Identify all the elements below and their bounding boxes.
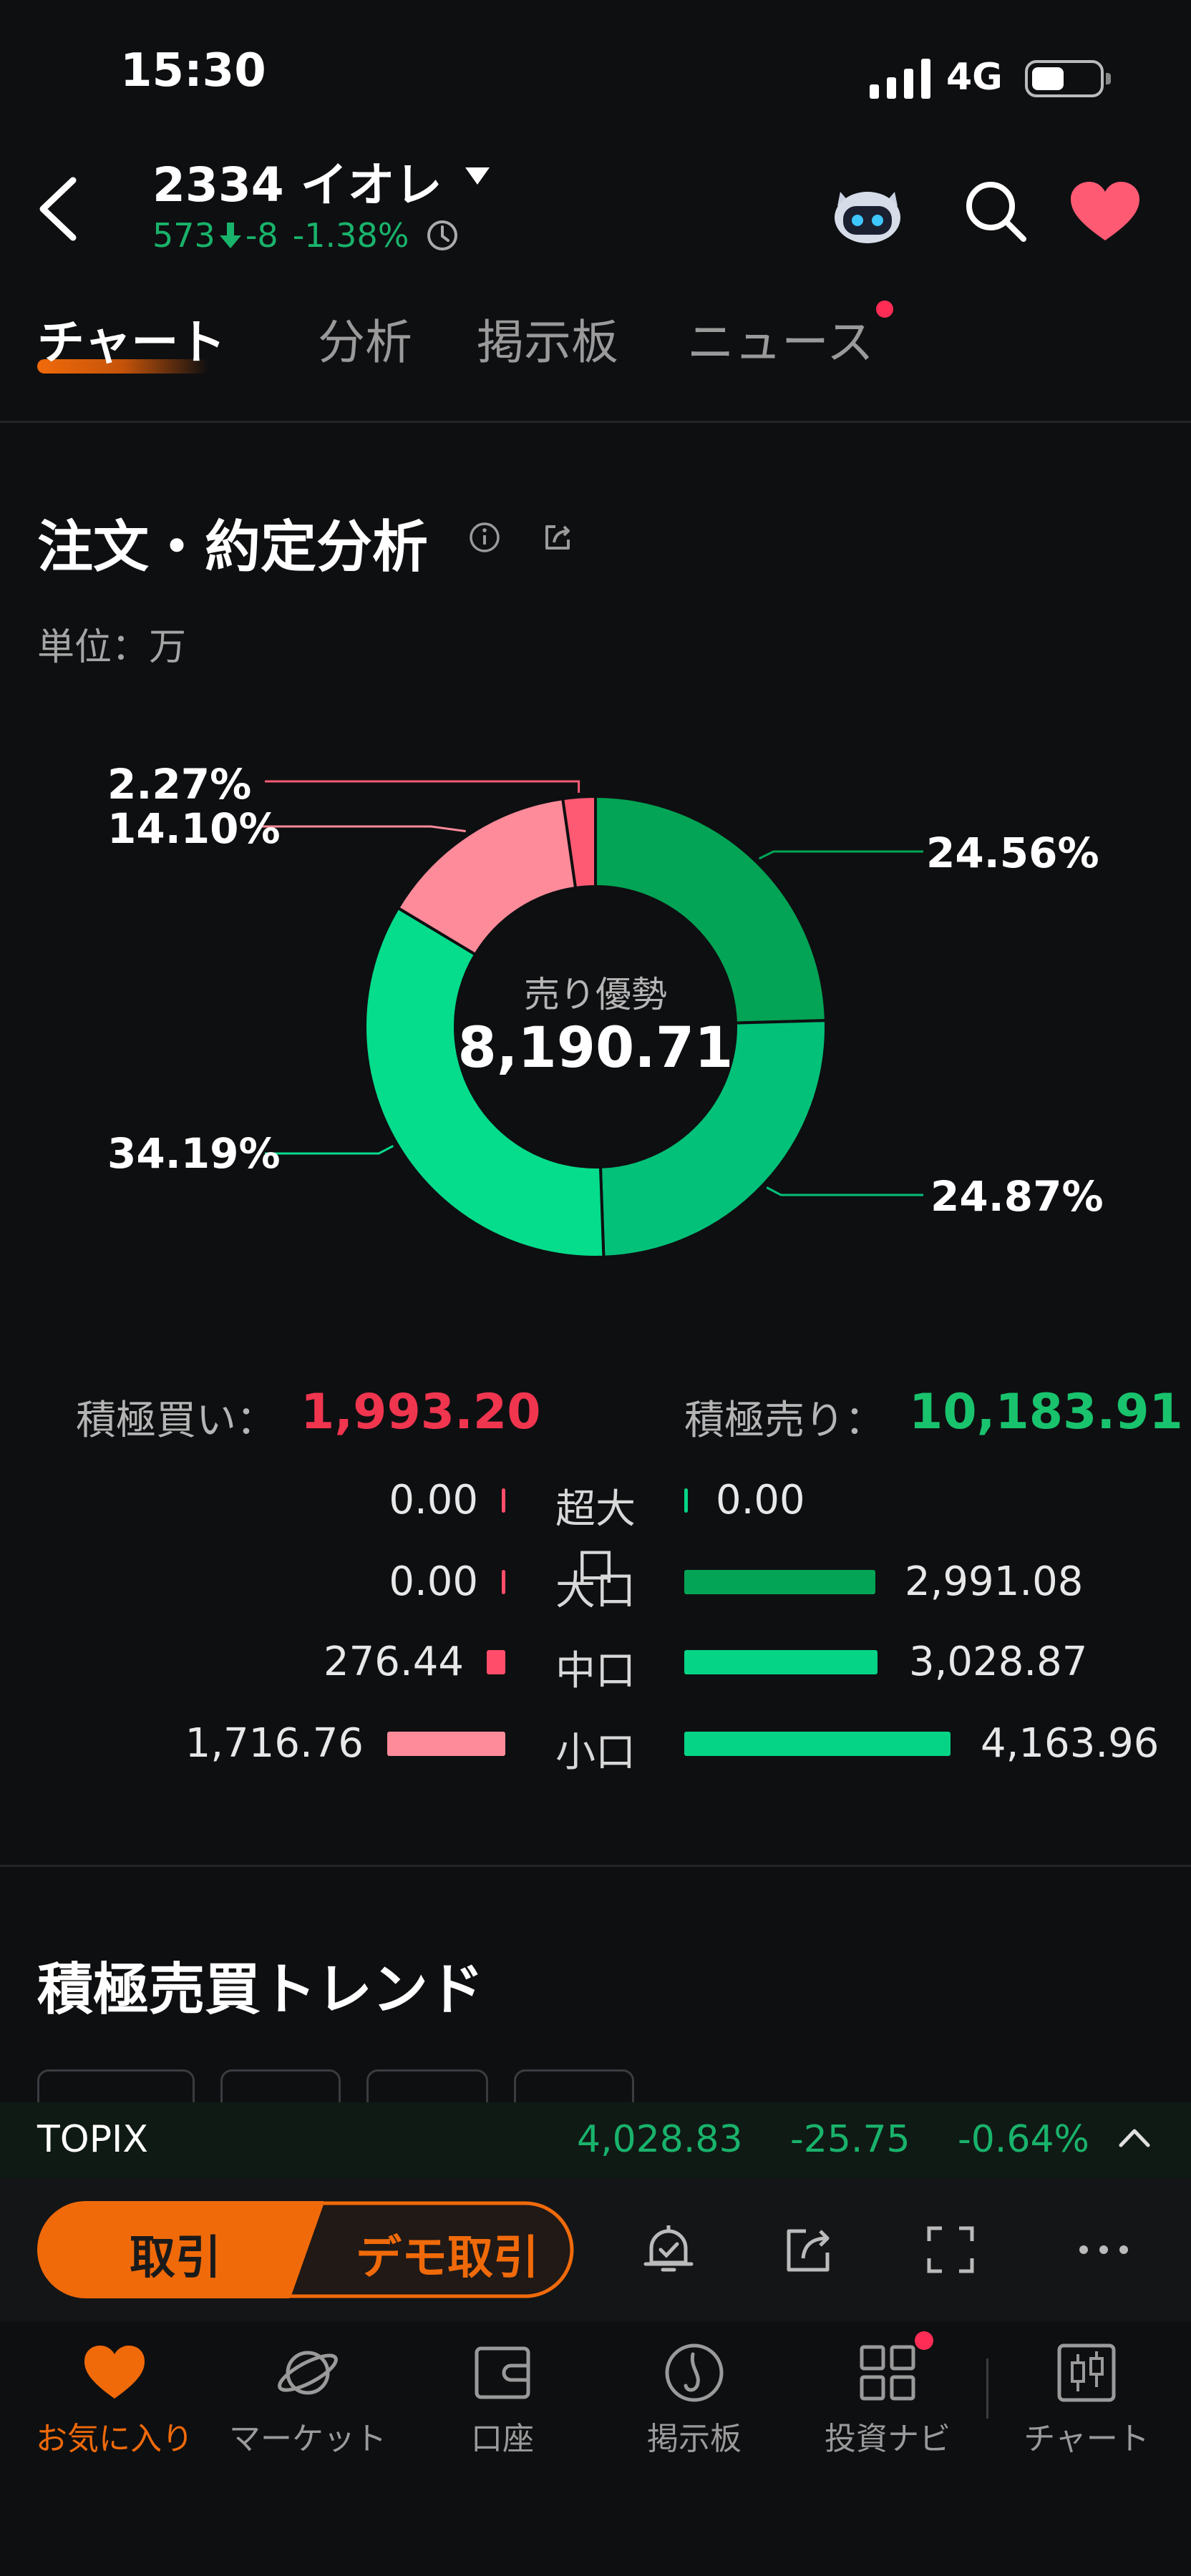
section-divider — [0, 1865, 1191, 1867]
nav-favorites[interactable]: お気に入り — [29, 2340, 200, 2462]
breakdown-category: 大口 — [555, 1568, 636, 1614]
nav-market[interactable]: マーケット — [222, 2340, 394, 2462]
slice-label-large-sell: 24.56% — [926, 829, 1099, 877]
ticker-value: 4,028.83 — [577, 2118, 743, 2161]
breakdown-sell-value: 2,991.08 — [905, 1558, 1084, 1605]
more-icon[interactable] — [1076, 2223, 1131, 2277]
quote-row: 573 -8 -1.38% — [152, 216, 459, 255]
buy-bar — [502, 1488, 505, 1513]
battery-icon — [1025, 60, 1111, 97]
slice-label-medium-sell: 24.87% — [930, 1172, 1104, 1221]
trade-button-label: 取引 — [130, 2232, 221, 2285]
breakdown-buy-value: 0.00 — [389, 1558, 478, 1605]
candlestick-icon — [1057, 2343, 1116, 2402]
clock-icon[interactable] — [426, 219, 459, 252]
chevron-down-icon[interactable] — [464, 166, 491, 186]
ticker-name: TOPIX — [37, 2118, 149, 2161]
breakdown-buy-value: 0.00 — [389, 1477, 478, 1523]
search-icon[interactable] — [963, 179, 1028, 243]
breakdown-sell-value: 0.00 — [716, 1477, 805, 1523]
signal-icon — [870, 59, 930, 99]
nav-separator — [986, 2358, 988, 2419]
breakdown-category: 小口 — [555, 1729, 636, 1776]
leader-line — [265, 1145, 394, 1155]
nav-label: お気に入り — [36, 2421, 193, 2457]
arrow-down-icon — [219, 223, 241, 248]
price-alert-icon[interactable] — [641, 2223, 696, 2277]
sell-bar — [684, 1732, 951, 1756]
price-change: -8 — [245, 216, 278, 255]
chevron-up-icon[interactable] — [1118, 2127, 1151, 2148]
sell-bar — [684, 1650, 878, 1674]
slice-small-sell — [364, 906, 606, 1259]
network-type: 4G — [946, 56, 1003, 99]
tab-chart[interactable]: チャート — [37, 304, 225, 373]
leader-line — [259, 825, 466, 833]
wallet-icon — [475, 2346, 530, 2399]
tab-news[interactable]: ニュース — [687, 304, 874, 373]
ticker-change-pct: -0.64% — [958, 2118, 1089, 2161]
sell-summary-value: 10,183.91 — [909, 1384, 1183, 1440]
donut-center-value: 8,190.71 — [457, 1016, 734, 1080]
nav-label: チャート — [1024, 2421, 1149, 2457]
buy-bar — [387, 1732, 505, 1756]
status-time: 15:30 — [120, 44, 266, 97]
heart-icon — [84, 2346, 145, 2399]
grid-icon — [860, 2345, 915, 2401]
sell-summary-label: 積極売り： — [684, 1397, 885, 1444]
section-title: 注文・約定分析 — [37, 515, 429, 580]
nav-label: 投資ナビ — [825, 2421, 951, 2457]
back-button[interactable] — [30, 173, 87, 245]
nav-board[interactable]: 掲示板 — [608, 2340, 780, 2462]
sell-bar — [684, 1488, 688, 1513]
nav-label: 掲示板 — [647, 2421, 742, 2457]
breakdown-buy-value: 276.44 — [324, 1639, 464, 1685]
slice-label-medium-buy: 2.27% — [107, 760, 252, 809]
slice-label-small-sell: 34.19% — [107, 1129, 281, 1178]
slice-label-small-buy: 14.10% — [107, 804, 281, 853]
breakdown-sell-value: 4,163.96 — [981, 1720, 1160, 1767]
planet-icon — [278, 2351, 338, 2395]
unit-label: 単位：万 — [37, 626, 187, 669]
nav-label: マーケット — [229, 2421, 387, 2457]
breakdown-category: 中口 — [555, 1648, 636, 1694]
nav-chart[interactable]: チャート — [1001, 2340, 1172, 2462]
share-icon[interactable] — [541, 521, 574, 554]
sell-bar — [684, 1570, 876, 1594]
donut-center-label: 売り優勢 — [524, 974, 667, 1015]
nav-account[interactable]: 口座 — [417, 2340, 588, 2462]
nav-label: 口座 — [471, 2421, 534, 2457]
board-icon — [665, 2343, 724, 2402]
favorite-heart-icon[interactable] — [1071, 182, 1139, 242]
stock-title[interactable]: 2334 イオレ — [152, 147, 442, 215]
news-notification-dot — [876, 301, 893, 318]
tab-board[interactable]: 掲示板 — [477, 304, 618, 373]
fullscreen-icon[interactable] — [923, 2223, 978, 2277]
breakdown-sell-value: 3,028.87 — [909, 1639, 1088, 1685]
buy-bar — [502, 1570, 505, 1594]
buy-summary-label: 積極買い： — [76, 1397, 276, 1444]
trend-title: 積極売買トレンド — [37, 1958, 485, 2022]
breakdown-buy-value: 1,716.76 — [185, 1720, 364, 1767]
price-change-pct: -1.38% — [292, 216, 409, 255]
buy-bar — [486, 1650, 505, 1674]
price: 573 — [152, 216, 215, 255]
demo-trade-button-label: デモ取引 — [356, 2232, 539, 2285]
tab-analysis[interactable]: 分析 — [318, 304, 412, 373]
assistant-robot-icon[interactable] — [830, 177, 905, 246]
buy-summary-value: 1,993.20 — [301, 1384, 541, 1440]
notification-dot — [915, 2331, 933, 2350]
nav-investment-navi[interactable]: 投資ナビ — [802, 2340, 973, 2462]
info-icon[interactable] — [468, 521, 501, 554]
tabs-divider — [0, 421, 1191, 423]
leader-line — [265, 780, 580, 793]
share-icon[interactable] — [782, 2223, 836, 2277]
leader-line — [766, 1186, 923, 1196]
ticker-change: -25.75 — [790, 2118, 910, 2161]
leader-line — [759, 850, 923, 860]
